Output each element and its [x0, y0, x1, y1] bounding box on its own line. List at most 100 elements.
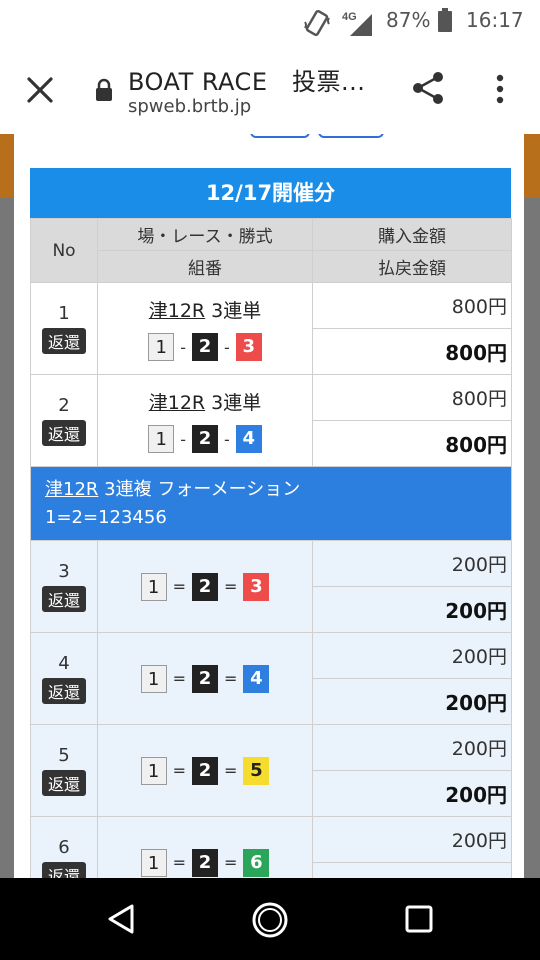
boat-number: 2	[192, 333, 218, 361]
system-nav-bar	[0, 878, 540, 960]
boat-number: 2	[192, 848, 218, 877]
combo-numbers: 1 - 2 - 3	[98, 333, 312, 361]
table-row: 3 返還 1 = 2 = 3 200円	[30, 540, 512, 633]
boat-number: 5	[243, 756, 270, 785]
purchase-amount: 200円	[312, 816, 512, 863]
race-cell: 津12R 3連単 1 - 2 - 3	[97, 282, 313, 375]
row-no-cell: 6 返還	[30, 816, 98, 878]
boat-number: 1	[140, 756, 167, 785]
boat-number: 1	[140, 572, 167, 601]
home-icon[interactable]	[250, 900, 290, 940]
purchase-amount: 200円	[312, 724, 512, 771]
boat-number: 4	[235, 425, 262, 453]
separator: -	[180, 429, 186, 449]
battery-percent: 87%	[386, 8, 431, 32]
combo-numbers: 1 = 2 = 4	[98, 664, 312, 693]
boat-number: 3	[243, 572, 270, 601]
header-purchase: 購入金額	[312, 218, 512, 251]
boat-number: 1	[148, 333, 175, 361]
row-number: 3	[58, 561, 70, 582]
separator: =	[172, 577, 186, 596]
purchase-amount: 200円	[312, 540, 512, 587]
more-options-icon[interactable]	[490, 70, 510, 110]
purchase-amount: 800円	[312, 282, 512, 329]
payout-amount: 200円	[312, 586, 512, 633]
combo-cell: 1 = 2 = 6	[97, 816, 313, 878]
race-link[interactable]: 津12R	[149, 300, 205, 322]
refund-badge: 返還	[41, 862, 86, 878]
lock-icon	[94, 78, 114, 102]
share-icon[interactable]	[408, 68, 448, 108]
formation-title: 3連複 フォーメーション	[104, 478, 301, 500]
boat-number: 6	[243, 848, 270, 877]
formation-race-link[interactable]: 津12R	[45, 479, 98, 500]
table-row: 6 返還 1 = 2 = 6 200円	[30, 816, 512, 878]
combo-cell: 1 = 2 = 3	[97, 540, 313, 633]
row-no-cell: 1 返還	[30, 282, 98, 375]
payout-amount: 200円	[312, 862, 512, 878]
race-link[interactable]: 津12R	[149, 392, 205, 414]
refund-badge: 返還	[41, 770, 86, 796]
header-race-type: 場・レース・勝式	[97, 218, 313, 251]
formation-combo: 1=2=123456	[45, 506, 167, 528]
clock: 16:17	[466, 8, 524, 32]
table-row: 1 返還 津12R 3連単 1 - 2 - 3 800円	[30, 282, 512, 375]
boat-number: 1	[140, 664, 167, 693]
header-payout: 払戻金額	[312, 250, 512, 283]
row-no-cell: 4 返還	[30, 632, 98, 725]
purchase-amount: 200円	[312, 632, 512, 679]
formation-cell: 津12R 3連複 フォーメーション 1=2=123456	[30, 466, 512, 541]
url-text[interactable]: spweb.brtb.jp	[128, 96, 251, 117]
bet-type: 3連単	[211, 300, 262, 322]
row-number: 2	[58, 395, 70, 416]
modal-top-button-right[interactable]	[318, 134, 384, 138]
formation-header: 津12R 3連複 フォーメーション 1=2=123456	[30, 466, 512, 541]
combo-cell: 1 = 2 = 5	[97, 724, 313, 817]
network-type: 4G	[342, 11, 357, 23]
boat-number: 1	[140, 848, 167, 877]
separator: -	[224, 337, 230, 357]
boat-number: 2	[192, 425, 218, 453]
row-no-cell: 3 返還	[30, 540, 98, 633]
separator: =	[224, 761, 238, 780]
combo-numbers: 1 = 2 = 3	[98, 572, 312, 601]
separator: =	[172, 669, 186, 688]
date-header: 12/17開催分	[30, 168, 511, 218]
header-combo: 組番	[97, 250, 313, 283]
boat-number: 1	[148, 425, 175, 453]
payout-amount: 800円	[312, 420, 512, 467]
separator: -	[180, 337, 186, 357]
separator: =	[224, 577, 238, 596]
bet-table: No 場・レース・勝式 購入金額 組番 払戻金額 1 返還 津12R 3連単 1…	[30, 218, 512, 878]
refund-badge: 返還	[41, 678, 86, 704]
row-number: 1	[58, 303, 70, 324]
boat-number: 3	[235, 333, 262, 361]
back-icon[interactable]	[104, 902, 138, 936]
battery-icon	[438, 8, 452, 37]
separator: =	[172, 853, 186, 872]
signal-icon: 4G	[340, 8, 374, 43]
refund-badge: 返還	[41, 586, 86, 612]
purchase-amount: 800円	[312, 374, 512, 421]
close-icon[interactable]	[22, 72, 58, 108]
table-row: 5 返還 1 = 2 = 5 200円	[30, 724, 512, 817]
row-number: 4	[58, 653, 70, 674]
payout-amount: 200円	[312, 678, 512, 725]
vibrate-icon	[302, 8, 332, 43]
combo-cell: 1 = 2 = 4	[97, 632, 313, 725]
combo-numbers: 1 - 2 - 4	[98, 425, 312, 453]
bet-type: 3連単	[211, 392, 262, 414]
boat-number: 4	[243, 664, 270, 693]
payout-amount: 800円	[312, 328, 512, 375]
modal-top-button-left[interactable]	[250, 134, 310, 138]
separator: =	[224, 853, 238, 872]
combo-numbers: 1 = 2 = 5	[98, 756, 312, 785]
recent-apps-icon[interactable]	[404, 904, 434, 934]
boat-number: 2	[192, 664, 218, 693]
row-no-cell: 5 返還	[30, 724, 98, 817]
race-info: 津12R 3連単	[98, 388, 312, 415]
separator: -	[224, 429, 230, 449]
browser-toolbar: BOAT RACE 投票... spweb.brtb.jp	[0, 44, 540, 134]
boat-number: 2	[192, 756, 218, 785]
separator: =	[172, 761, 186, 780]
